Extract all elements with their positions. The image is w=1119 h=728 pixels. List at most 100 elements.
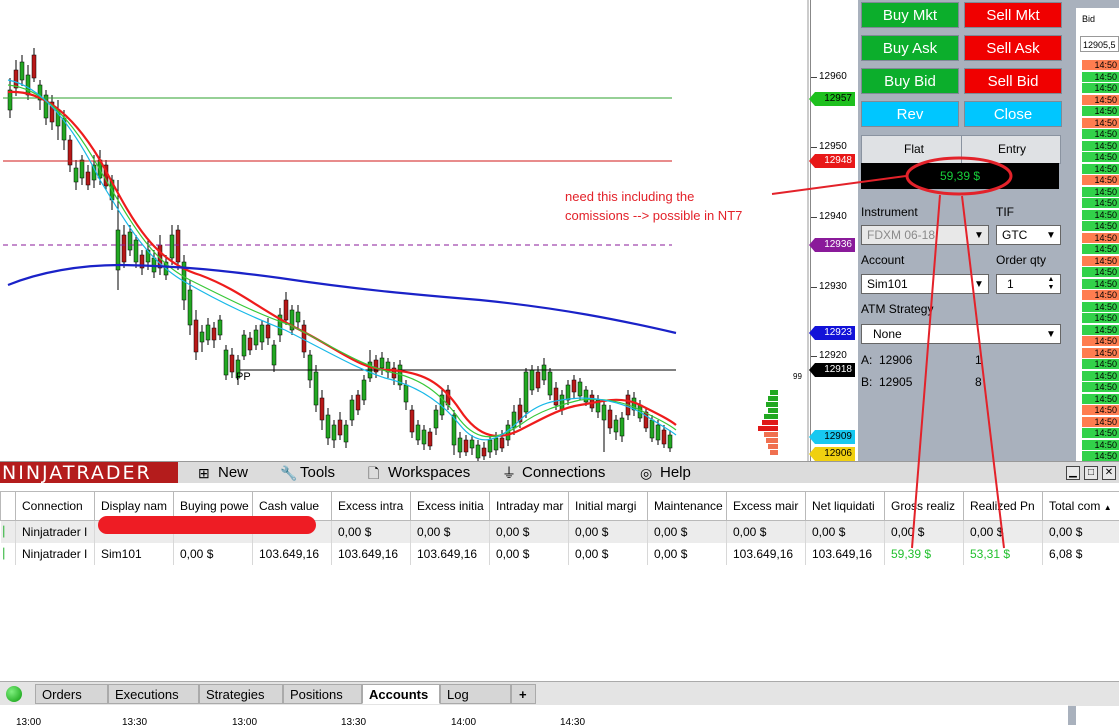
column-header[interactable]: Intraday mar	[490, 492, 569, 521]
sell-bid-button[interactable]: Sell Bid	[964, 68, 1062, 94]
dom-price-field[interactable]: 12905,5	[1080, 36, 1119, 52]
account-label: Account	[861, 253, 904, 267]
dom-row[interactable]: 14:50	[1082, 336, 1119, 346]
dom-row[interactable]: 14:50	[1082, 256, 1119, 266]
column-header[interactable]: Realized Pn	[964, 492, 1043, 521]
dom-row[interactable]: 14:50	[1082, 313, 1119, 323]
table-cell: 0,00 $	[648, 521, 727, 544]
dom-row[interactable]: 14:50	[1082, 187, 1119, 197]
instrument-select[interactable]: FDXM 06-18 ▼	[861, 225, 989, 245]
table-row[interactable]: ▏ Ninjatrader I Sim101 0,00 $ 103.649,16…	[1, 543, 1119, 565]
dom-row[interactable]: 14:50	[1082, 348, 1119, 358]
column-header[interactable]: Connection	[16, 492, 95, 521]
tab-log[interactable]: Log	[440, 684, 511, 704]
sell-ask-button[interactable]: Sell Ask	[964, 35, 1062, 61]
candle-body	[668, 435, 672, 448]
column-header[interactable]: Initial margi	[569, 492, 648, 521]
candle-body	[344, 425, 348, 442]
dom-row[interactable]: 14:50	[1082, 325, 1119, 335]
dom-row[interactable]: 14:50	[1082, 210, 1119, 220]
column-header[interactable]: Gross realiz	[885, 492, 964, 521]
axis-tick	[811, 147, 817, 148]
dom-row[interactable]: 14:50	[1082, 233, 1119, 243]
dom-row[interactable]: 14:50	[1082, 279, 1119, 289]
axis-tick	[811, 287, 817, 288]
reverse-button[interactable]: Rev	[861, 101, 959, 127]
dom-row[interactable]: 14:50	[1082, 95, 1119, 105]
spinner-icon[interactable]: ▲▼	[1044, 276, 1058, 292]
tif-select[interactable]: GTC ▼	[996, 225, 1061, 245]
dom-row[interactable]: 14:50	[1082, 83, 1119, 93]
menu-connections[interactable]: ⏚ Connections	[502, 464, 605, 482]
candle-body	[320, 398, 324, 420]
dom-row[interactable]: 14:50	[1082, 440, 1119, 450]
tab-positions[interactable]: Positions	[283, 684, 362, 704]
dom-row[interactable]: 14:50	[1082, 417, 1119, 427]
plug-icon: ⏚	[502, 466, 516, 480]
column-header[interactable]: Excess initia	[411, 492, 490, 521]
dom-row[interactable]: 14:50	[1082, 451, 1119, 461]
dom-row[interactable]: 14:50	[1082, 129, 1119, 139]
time-label: 14:30	[560, 717, 585, 728]
price-chart[interactable]: PP need this including the comissions --…	[0, 0, 810, 462]
dom-row[interactable]: 14:50	[1082, 244, 1119, 254]
column-header[interactable]: Excess mair	[727, 492, 806, 521]
dom-row[interactable]: 14:50	[1082, 302, 1119, 312]
dom-row[interactable]: 14:50	[1082, 221, 1119, 231]
dom-row[interactable]: 14:50	[1082, 198, 1119, 208]
chart-canvas	[0, 0, 810, 462]
dom-row[interactable]: 14:50	[1082, 164, 1119, 174]
account-select[interactable]: Sim101 ▼	[861, 274, 989, 294]
column-header[interactable]: Excess intra	[332, 492, 411, 521]
buy-market-button[interactable]: Buy Mkt	[861, 2, 959, 28]
dom-row[interactable]: 14:50	[1082, 175, 1119, 185]
candle-body	[128, 232, 132, 250]
menu-help[interactable]: ◎ Help	[640, 464, 691, 482]
menu-tools[interactable]: 🔧 Tools	[280, 464, 335, 482]
add-tab-button[interactable]: +	[511, 684, 536, 704]
dom-row[interactable]: 14:50	[1082, 60, 1119, 70]
dom-row[interactable]: 14:50	[1082, 371, 1119, 381]
dom-row[interactable]: 14:50	[1082, 394, 1119, 404]
candle-body	[536, 372, 540, 388]
minimize-button[interactable]: ▁	[1066, 466, 1080, 480]
dom-row[interactable]: 14:50	[1082, 290, 1119, 300]
tab-accounts[interactable]: Accounts	[362, 684, 440, 704]
maximize-button[interactable]: □	[1084, 466, 1098, 480]
axis-tick	[811, 77, 817, 78]
dom-row[interactable]: 14:50	[1082, 72, 1119, 82]
tab-orders[interactable]: Orders	[35, 684, 108, 704]
menu-workspaces[interactable]: 🗋 Workspaces	[368, 464, 470, 482]
column-header[interactable]: Maintenance	[648, 492, 727, 521]
dom-row[interactable]: 14:50	[1082, 428, 1119, 438]
dom-row[interactable]: 14:50	[1082, 106, 1119, 116]
candle-body	[566, 385, 570, 400]
dom-row[interactable]: 14:50	[1082, 267, 1119, 277]
close-position-button[interactable]: Close	[964, 101, 1062, 127]
unrealized-pnl-display: 59,39 $	[861, 163, 1059, 189]
bid-label: B:	[861, 375, 872, 389]
dom-row[interactable]: 14:50	[1082, 382, 1119, 392]
order-qty-stepper[interactable]: 1 ▲▼	[996, 274, 1061, 294]
candle-body	[464, 440, 468, 452]
time-label: 13:00	[16, 717, 41, 728]
atm-strategy-select[interactable]: None ▼	[861, 324, 1061, 344]
candle-body	[14, 70, 18, 88]
column-header[interactable]: Total com ▲	[1043, 492, 1119, 521]
buy-bid-button[interactable]: Buy Bid	[861, 68, 959, 94]
table-cell: 103.649,16	[411, 543, 490, 565]
sell-market-button[interactable]: Sell Mkt	[964, 2, 1062, 28]
menu-new[interactable]: ⊞ New	[198, 464, 248, 482]
column-header[interactable]: Net liquidati	[806, 492, 885, 521]
candle-body	[248, 338, 252, 350]
dom-row[interactable]: 14:50	[1082, 359, 1119, 369]
tif-value: GTC	[1002, 228, 1027, 242]
tab-executions[interactable]: Executions	[108, 684, 199, 704]
dom-row[interactable]: 14:50	[1082, 152, 1119, 162]
close-button[interactable]: ✕	[1102, 466, 1116, 480]
dom-row[interactable]: 14:50	[1082, 141, 1119, 151]
tab-strategies[interactable]: Strategies	[199, 684, 283, 704]
buy-ask-button[interactable]: Buy Ask	[861, 35, 959, 61]
dom-row[interactable]: 14:50	[1082, 405, 1119, 415]
dom-row[interactable]: 14:50	[1082, 118, 1119, 128]
